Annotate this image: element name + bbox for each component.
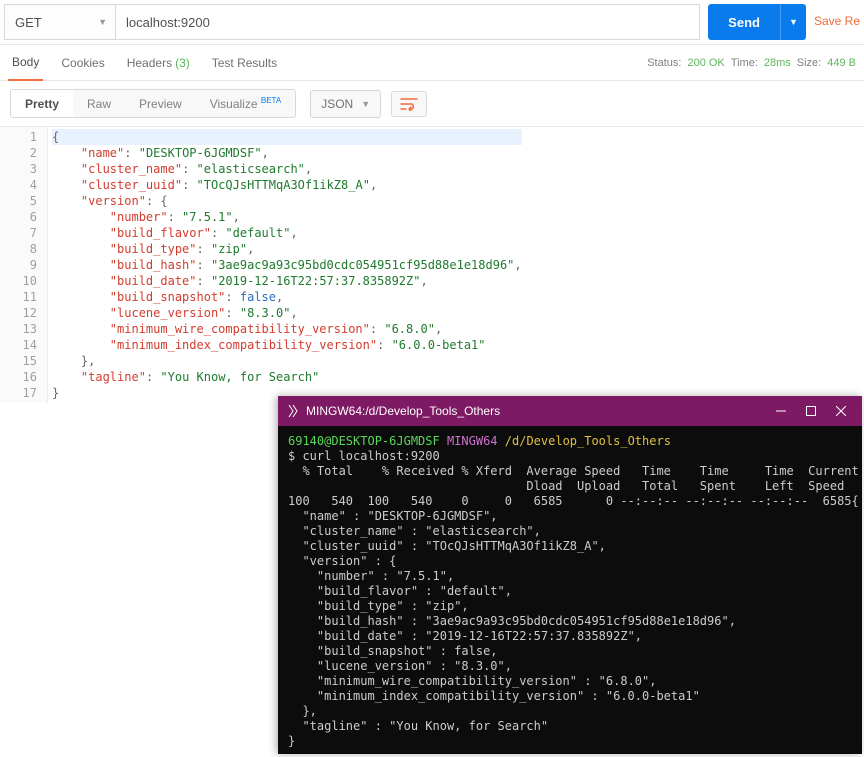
http-method-select[interactable]: GET ▼ — [4, 4, 116, 40]
url-input[interactable] — [116, 4, 700, 40]
format-select[interactable]: JSON ▼ — [310, 90, 381, 118]
terminal-icon — [286, 404, 300, 418]
http-method-label: GET — [15, 15, 42, 30]
view-mode-group: Pretty Raw Preview Visualize BETA — [10, 89, 296, 118]
send-button[interactable]: Send — [708, 4, 780, 40]
chevron-down-icon: ▼ — [789, 17, 798, 27]
maximize-icon — [806, 406, 816, 416]
maximize-button[interactable] — [796, 396, 826, 426]
close-button[interactable] — [826, 396, 856, 426]
terminal-titlebar[interactable]: MINGW64:/d/Develop_Tools_Others — [278, 396, 862, 426]
chevron-down-icon: ▼ — [98, 17, 107, 27]
tab-body[interactable]: Body — [8, 45, 43, 81]
code-content: { "name": "DESKTOP-6JGMDSF", "cluster_na… — [48, 127, 526, 403]
wrap-icon — [400, 97, 418, 111]
line-gutter: 1234567891011121314151617 — [0, 127, 48, 403]
terminal-title: MINGW64:/d/Develop_Tools_Others — [306, 404, 766, 418]
status-bar: Status:200 OK Time:28ms Size:449 B — [647, 57, 856, 69]
terminal-window: MINGW64:/d/Develop_Tools_Others 69140@DE… — [278, 396, 862, 754]
beta-badge: BETA — [261, 96, 281, 105]
terminal-body[interactable]: 69140@DESKTOP-6JGMDSF MINGW64 /d/Develop… — [278, 426, 862, 757]
minimize-button[interactable] — [766, 396, 796, 426]
send-dropdown-button[interactable]: ▼ — [780, 4, 806, 40]
tab-test-results[interactable]: Test Results — [208, 45, 281, 81]
view-raw-button[interactable]: Raw — [73, 90, 125, 117]
tab-headers[interactable]: Headers(3) — [123, 45, 194, 81]
close-icon — [836, 406, 846, 416]
save-button[interactable]: Save Re — [806, 4, 860, 40]
response-body[interactable]: 1234567891011121314151617 { "name": "DES… — [0, 126, 864, 403]
tab-cookies[interactable]: Cookies — [57, 45, 108, 81]
view-visualize-button[interactable]: Visualize BETA — [196, 90, 295, 117]
minimize-icon — [776, 406, 786, 416]
view-preview-button[interactable]: Preview — [125, 90, 196, 117]
wrap-lines-button[interactable] — [391, 91, 427, 117]
chevron-down-icon: ▼ — [361, 99, 370, 109]
view-pretty-button[interactable]: Pretty — [11, 90, 73, 117]
